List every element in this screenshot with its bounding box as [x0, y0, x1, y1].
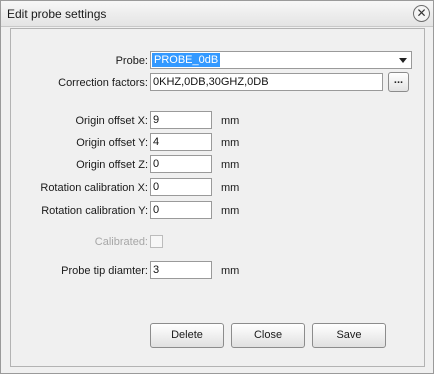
- dialog-title: Edit probe settings: [7, 7, 107, 21]
- rotation-calibration-y-field[interactable]: 0: [150, 201, 212, 219]
- probe-label: Probe:: [115, 55, 148, 67]
- calibrated-label: Calibrated:: [94, 236, 148, 248]
- probe-selected-value: PROBE_0dB: [152, 53, 221, 67]
- settings-panel: Probe: PROBE_0dB Correction factors: 0KH…: [10, 28, 425, 367]
- origin-offset-y-label: Origin offset Y:: [76, 137, 148, 149]
- origin-offset-z-field[interactable]: 0: [150, 155, 212, 173]
- origin-offset-z-unit: mm: [221, 159, 240, 171]
- save-button[interactable]: Save: [312, 323, 386, 348]
- close-icon[interactable]: ✕: [413, 5, 430, 22]
- probe-dropdown[interactable]: PROBE_0dB: [150, 51, 412, 69]
- origin-offset-y-field[interactable]: 4: [150, 133, 212, 151]
- rotation-calibration-x-label: Rotation calibration X:: [40, 182, 148, 194]
- rotation-calibration-y-unit: mm: [221, 205, 240, 217]
- browse-correction-button[interactable]: ...: [388, 72, 409, 92]
- origin-offset-x-label: Origin offset X:: [75, 115, 148, 127]
- origin-offset-x-field[interactable]: 9: [150, 111, 212, 129]
- edit-probe-settings-dialog: Edit probe settings ✕ Probe: PROBE_0dB C…: [0, 0, 434, 374]
- rotation-calibration-x-unit: mm: [221, 182, 240, 194]
- correction-factors-label: Correction factors:: [58, 77, 148, 89]
- delete-button[interactable]: Delete: [150, 323, 224, 348]
- probe-tip-diameter-unit: mm: [221, 265, 240, 277]
- title-bar: Edit probe settings ✕: [1, 1, 433, 27]
- probe-tip-diameter-field[interactable]: 3: [150, 261, 212, 279]
- correction-factors-field[interactable]: 0KHZ,0DB,30GHZ,0DB: [150, 73, 383, 91]
- rotation-calibration-x-field[interactable]: 0: [150, 178, 212, 196]
- probe-tip-diameter-label: Probe tip diamter:: [61, 265, 148, 277]
- close-button[interactable]: Close: [231, 323, 305, 348]
- origin-offset-x-unit: mm: [221, 115, 240, 127]
- calibrated-checkbox[interactable]: [150, 235, 163, 248]
- chevron-down-icon[interactable]: [399, 58, 407, 63]
- rotation-calibration-y-label: Rotation calibration Y:: [41, 205, 148, 217]
- origin-offset-y-unit: mm: [221, 137, 240, 149]
- origin-offset-z-label: Origin offset Z:: [76, 159, 148, 171]
